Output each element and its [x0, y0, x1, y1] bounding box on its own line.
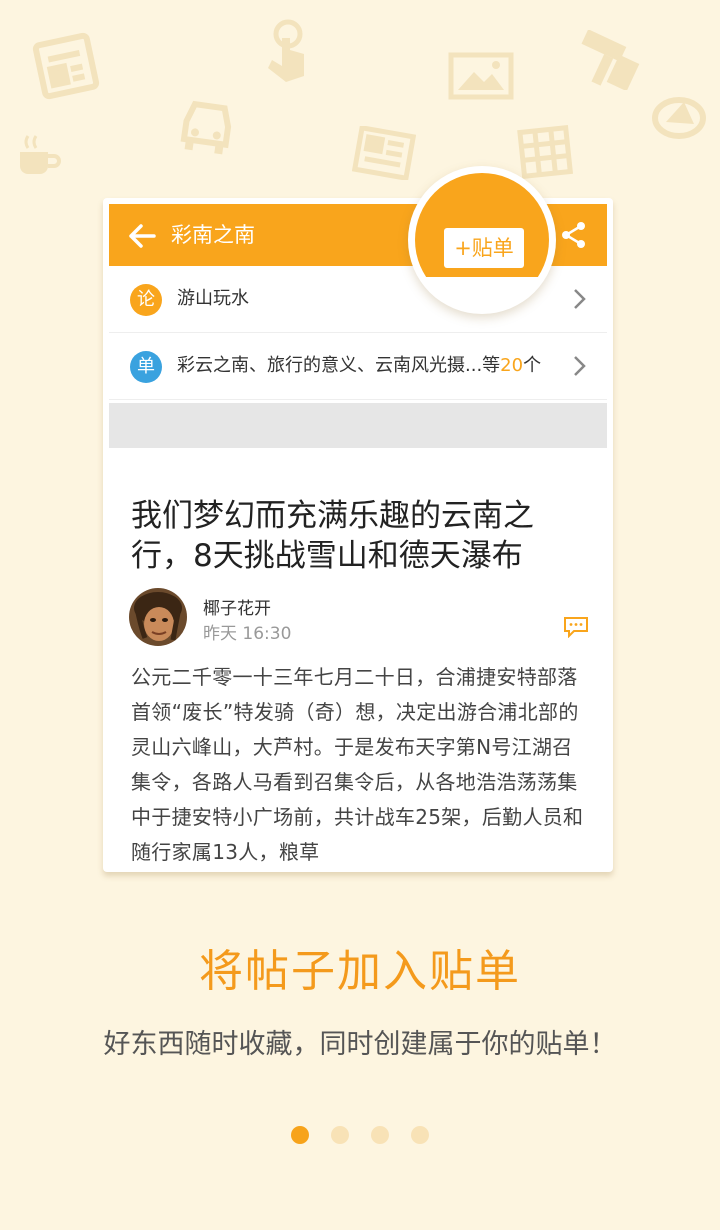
author-name[interactable]: 椰子花开 — [203, 594, 271, 619]
coffee-icon — [16, 132, 62, 178]
pizza-icon — [650, 92, 708, 142]
appbar-title: 彩南之南 — [171, 223, 255, 247]
list-count: 20 — [500, 355, 524, 376]
page-dot[interactable] — [371, 1126, 389, 1144]
document-icon — [352, 126, 416, 180]
chevron-right-icon — [574, 289, 586, 309]
preview-card: 彩南之南 论 游山玩水 单 彩云之南、旅行的意义、云南风光摄...等20个 我们… — [103, 198, 613, 872]
forum-name: 游山玩水 — [177, 288, 249, 309]
highlight-bubble: +贴单 — [408, 166, 556, 314]
comment-icon[interactable] — [563, 616, 589, 638]
avatar[interactable] — [129, 588, 187, 646]
car-icon — [176, 96, 238, 156]
news-icon — [30, 30, 102, 102]
tools-icon — [572, 30, 642, 90]
list-row[interactable]: 单 彩云之南、旅行的意义、云南风光摄...等20个 — [109, 333, 607, 400]
back-arrow-icon[interactable] — [127, 221, 157, 251]
list-summary-prefix: 彩云之南、旅行的意义、云南风光摄...等 — [177, 355, 501, 376]
promo-subline: 好东西随时收藏，同时创建属于你的贴单！ — [103, 1029, 617, 1060]
add-to-list-button[interactable]: +贴单 — [444, 228, 524, 268]
touch-hand-icon — [262, 18, 310, 84]
image-icon — [448, 52, 514, 100]
building-icon — [516, 122, 574, 180]
divider-bar — [109, 403, 607, 448]
post-time: 昨天 16:30 — [203, 624, 292, 644]
article-body: 公元二千零一十三年七月二十日，合浦捷安特部落首领“废长”特发骑（奇）想，决定出游… — [131, 665, 584, 864]
bubble-inner: +贴单 — [415, 173, 549, 307]
list-summary: 彩云之南、旅行的意义、云南风光摄...等20个 — [177, 333, 541, 399]
article-title: 我们梦幻而充满乐趣的云南之行，8天挑战雪山和德天瀑布 — [131, 498, 534, 574]
promo-headline: 将帖子加入贴单 — [199, 946, 521, 997]
page-indicator — [0, 1126, 720, 1146]
list-summary-suffix: 个 — [523, 355, 542, 376]
list-badge: 单 — [130, 351, 162, 383]
chevron-right-icon — [574, 356, 586, 376]
page-dot[interactable] — [291, 1126, 309, 1144]
page-dot[interactable] — [411, 1126, 429, 1144]
page-dot[interactable] — [331, 1126, 349, 1144]
share-icon[interactable] — [559, 220, 589, 250]
forum-badge: 论 — [130, 284, 162, 316]
